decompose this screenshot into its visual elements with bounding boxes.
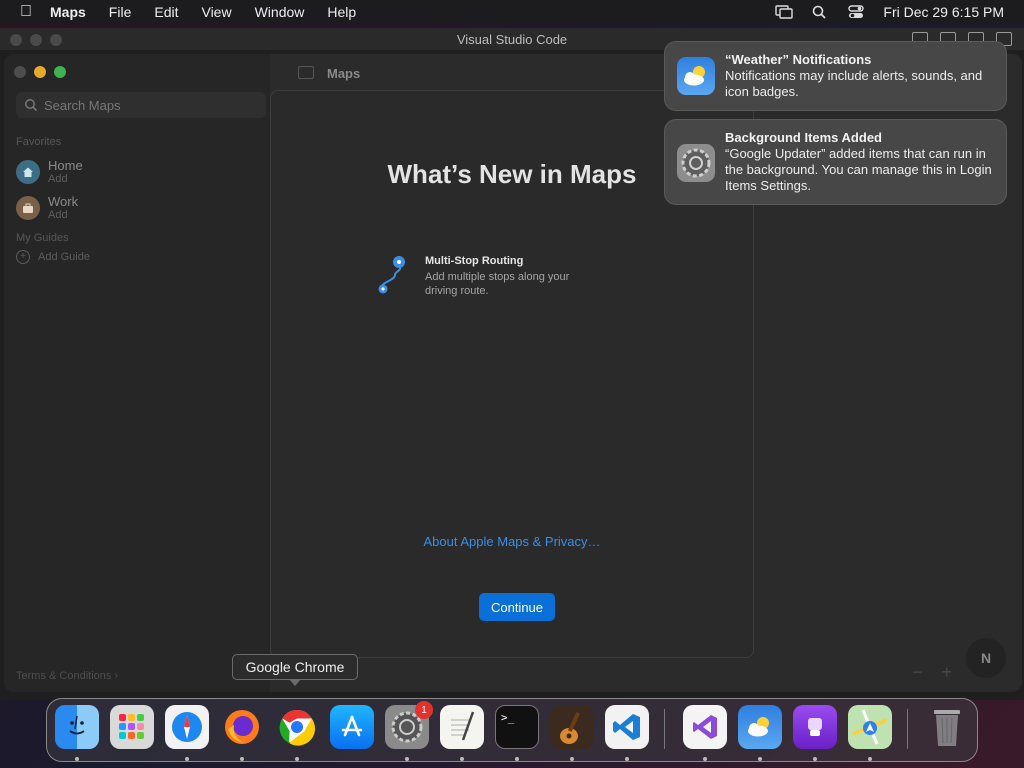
menu-help[interactable]: Help bbox=[327, 4, 356, 20]
menu-window[interactable]: Window bbox=[255, 4, 305, 20]
running-indicator bbox=[240, 757, 244, 761]
terms-label: Terms & Conditions bbox=[16, 670, 112, 682]
search-icon bbox=[25, 99, 38, 112]
vscode-icon[interactable] bbox=[605, 705, 649, 749]
terms-link[interactable]: Terms & Conditions › bbox=[16, 670, 118, 682]
finder-icon[interactable] bbox=[55, 705, 99, 749]
terminal-icon[interactable]: >_ bbox=[495, 705, 539, 749]
weather-app-icon[interactable] bbox=[738, 705, 782, 749]
podcasts-icon[interactable] bbox=[793, 705, 837, 749]
dock-divider bbox=[907, 709, 908, 749]
menu-app-maps[interactable]: Maps bbox=[50, 4, 86, 20]
running-indicator bbox=[460, 757, 464, 761]
menu-file[interactable]: File bbox=[109, 4, 132, 20]
sidebar-toggle-icon[interactable] bbox=[298, 66, 314, 79]
trash-icon[interactable] bbox=[925, 705, 969, 749]
notification-body: Notifications may include alerts, sounds… bbox=[725, 68, 983, 99]
control-center-icon[interactable] bbox=[847, 5, 865, 19]
apple-menu-icon[interactable]:  bbox=[16, 3, 36, 21]
privacy-link[interactable]: About Apple Maps & Privacy… bbox=[271, 534, 753, 549]
textedit-icon[interactable] bbox=[440, 705, 484, 749]
add-guide-button[interactable]: + Add Guide bbox=[16, 250, 90, 264]
weather-notification[interactable]: “Weather” Notifications Notifications ma… bbox=[664, 41, 1007, 111]
feature-title: Multi-Stop Routing bbox=[425, 255, 524, 267]
favorite-work-sub: Add bbox=[48, 209, 68, 221]
menu-edit[interactable]: Edit bbox=[154, 4, 178, 20]
maps-app-icon[interactable] bbox=[848, 705, 892, 749]
background-items-notification[interactable]: Background Items Added “Google Updater” … bbox=[664, 119, 1007, 205]
running-indicator bbox=[570, 757, 574, 761]
firefox-icon[interactable] bbox=[220, 705, 264, 749]
briefcase-icon bbox=[16, 196, 40, 220]
spotlight-search-icon[interactable] bbox=[811, 5, 829, 19]
notification-title: Background Items Added bbox=[725, 130, 882, 145]
gear-icon bbox=[677, 144, 715, 182]
search-field[interactable]: Search Maps bbox=[16, 92, 266, 118]
maps-sidebar: Search Maps Favorites Home Add Work Add … bbox=[4, 54, 270, 692]
running-indicator bbox=[405, 757, 409, 761]
weather-icon bbox=[677, 57, 715, 95]
zoom-button[interactable] bbox=[54, 66, 66, 78]
launchpad-icon[interactable] bbox=[110, 705, 154, 749]
menu-view[interactable]: View bbox=[201, 4, 231, 20]
favorite-work-name: Work bbox=[48, 194, 79, 209]
route-icon bbox=[378, 256, 405, 294]
favorite-home-name: Home bbox=[48, 158, 83, 173]
add-guide-label: Add Guide bbox=[38, 251, 90, 263]
zoom-out-button[interactable]: − bbox=[912, 662, 923, 682]
running-indicator bbox=[868, 757, 872, 761]
running-indicator bbox=[813, 757, 817, 761]
dock-tooltip: Google Chrome bbox=[232, 654, 358, 686]
zoom-in-button[interactable]: + bbox=[941, 662, 952, 682]
running-indicator bbox=[185, 757, 189, 761]
screen-mirroring-icon[interactable] bbox=[775, 5, 794, 19]
favorite-home-sub: Add bbox=[48, 173, 68, 185]
running-indicator bbox=[758, 757, 762, 761]
minimize-button[interactable] bbox=[34, 66, 46, 78]
close-button[interactable] bbox=[14, 66, 26, 78]
favorites-label: Favorites bbox=[16, 136, 62, 148]
compass-icon[interactable]: N bbox=[966, 638, 1006, 678]
plus-circle-icon: + bbox=[16, 250, 30, 264]
app-store-icon[interactable] bbox=[330, 705, 374, 749]
safari-icon[interactable] bbox=[165, 705, 209, 749]
window-controls bbox=[14, 66, 74, 78]
favorite-work[interactable]: Work Add bbox=[16, 194, 78, 222]
settings-badge: 1 bbox=[415, 701, 433, 719]
garageband-icon[interactable] bbox=[550, 705, 594, 749]
guides-label: My Guides bbox=[16, 232, 69, 244]
feature-multi-stop: Multi-Stop Routing Add multiple stops al… bbox=[375, 255, 595, 298]
running-indicator bbox=[625, 757, 629, 761]
favorite-home[interactable]: Home Add bbox=[16, 158, 83, 186]
running-indicator bbox=[75, 757, 79, 761]
running-indicator bbox=[295, 757, 299, 761]
feature-description: Add multiple stops along your driving ro… bbox=[425, 271, 570, 297]
running-indicator bbox=[515, 757, 519, 761]
dock-divider bbox=[664, 709, 665, 749]
continue-button[interactable]: Continue bbox=[479, 593, 555, 621]
zoom-controls: − + bbox=[898, 662, 952, 683]
home-icon bbox=[16, 160, 40, 184]
running-indicator bbox=[703, 757, 707, 761]
chrome-icon[interactable] bbox=[275, 705, 319, 749]
notification-body: “Google Updater” added items that can ru… bbox=[725, 146, 992, 193]
notification-title: “Weather” Notifications bbox=[725, 52, 872, 67]
dock: 1 >_ bbox=[46, 698, 978, 762]
menu-bar:  Maps File Edit View Window Help Fri De… bbox=[0, 0, 1024, 24]
menu-clock[interactable]: Fri Dec 29 6:15 PM bbox=[883, 4, 1004, 20]
search-input[interactable]: Search Maps bbox=[44, 98, 121, 113]
maps-toolbar-title: Maps bbox=[327, 66, 361, 81]
visual-studio-icon[interactable] bbox=[683, 705, 727, 749]
